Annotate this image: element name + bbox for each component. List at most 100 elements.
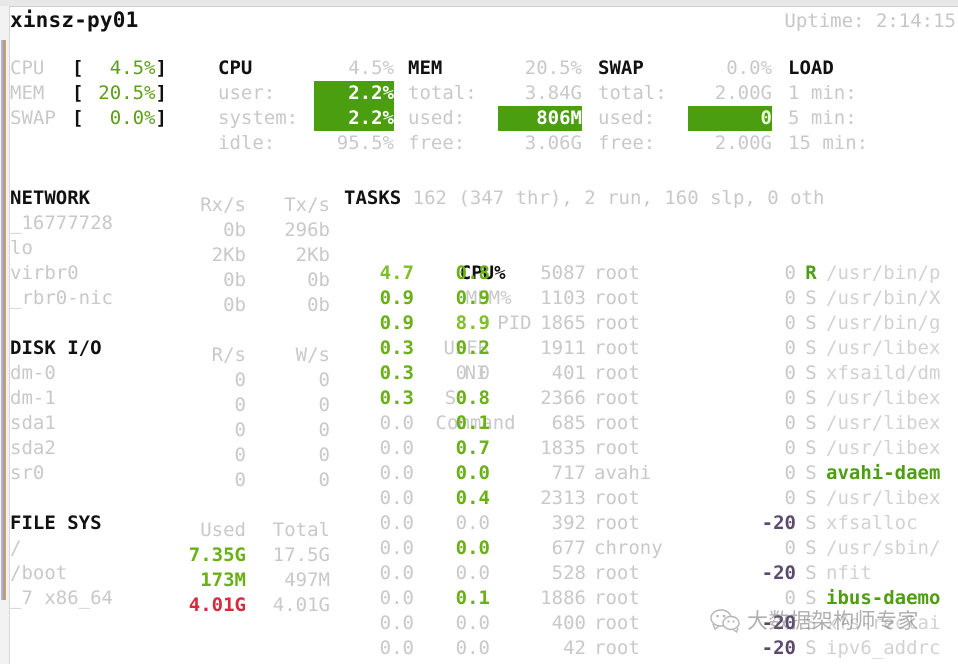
process-mem-percent: 0.0 [455,362,490,384]
table-row[interactable]: 0.0 0.0 677 chrony 0 S/usr/sbin/ [344,536,958,561]
diskio-panel-title: DISK I/O [10,337,102,359]
filesys-used-value: 4.01G [188,594,246,616]
diskio-write-value: 0 [318,469,330,491]
process-cpu-percent: 0.0 [379,612,414,634]
process-table[interactable]: CPU% MEM% PID USER NI S Command 4.7 0.8 50… [344,236,958,661]
process-nice: -20 [761,512,796,534]
process-command: /usr/sbin/ [826,537,941,559]
swap-row-used: used: 0 [598,106,784,131]
table-row[interactable]: 0.0 0.7 1835 root 0 S/usr/libex [344,436,958,461]
process-state: S [805,387,817,409]
swap-used-label: used: [598,107,656,129]
process-user: root [594,637,640,659]
network-panel-title: NETWORK [10,187,91,209]
cpu-idle-value: 95.5% [336,132,394,154]
process-nice: 0 [784,312,796,334]
process-mem-percent: 0.0 [455,612,490,634]
process-state: S [805,612,817,634]
cpu-system-label: system: [218,107,299,129]
table-row[interactable]: 0.3 0.2 1911 root 0 S/usr/libex [344,336,958,361]
diskio-row[interactable]: sr0 0 0 [10,461,330,491]
network-row[interactable]: _rbr0-nic 0b 0b [10,286,330,316]
process-command: nfit [826,562,872,584]
cpu-row-system: system: 2.2% [218,106,408,131]
bracket-close-icon: ] [155,107,167,129]
process-cpu-percent: 0.3 [379,387,414,409]
quicklook-row-cpu: CPU [4.5%] [10,56,210,81]
table-row[interactable]: 0.0 0.1 1886 root 0 Sibus-daemo [344,586,958,611]
process-mem-percent: 0.1 [455,587,490,609]
table-row[interactable]: 0.9 0.9 1103 root 0 S/usr/bin/X [344,286,958,311]
process-user: root [594,487,640,509]
cpu-idle-label: idle: [218,132,276,154]
tasks-panel: TASKS 162 (347 thr), 2 run, 160 slp, 0 o… [344,186,958,659]
process-command: /usr/bin/g [826,312,941,334]
process-nice: 0 [784,287,796,309]
hostname-label: xinsz-py01 [10,8,139,32]
table-row[interactable]: 0.9 8.9 1865 root 0 S/usr/bin/g [344,311,958,336]
swap-panel-header: SWAP 0.0% [598,56,784,81]
diskio-row[interactable]: dm-1 0 0 [10,386,330,416]
table-row[interactable]: 0.0 0.0 717 avahi 0 Savahi-daem [344,461,958,486]
process-state: S [805,337,817,359]
filesys-row[interactable]: _7 x86_64 4.01G 4.01G [10,586,330,616]
filesys-row[interactable]: /7.35G 17.5G [10,536,330,566]
process-cpu-percent: 0.3 [379,337,414,359]
left-scrollbar[interactable] [0,6,10,664]
diskio-row[interactable]: sda2 0 0 [10,436,330,466]
load-5min-label: 5 min: [788,107,857,129]
swap-free-label: free: [598,132,656,154]
diskio-device-name: dm-1 [10,387,56,409]
table-row[interactable]: 0.0 0.0 42 root -20 Sipv6_addrc [344,636,958,661]
process-cpu-percent: 4.7 [379,262,414,284]
process-nice: -20 [761,637,796,659]
filesys-panel: FILE SYS Used Total /7.35G 17.5G /boot 173M 4… [10,511,330,616]
process-command: /usr/libex [826,487,941,509]
uptime: Uptime: 2:14:15 [784,9,956,34]
quicklook-mem-label: MEM [10,82,45,104]
process-mem-percent: 0.4 [455,487,490,509]
process-user: root [594,387,640,409]
table-row[interactable]: 0.0 0.0 528 root -20 Snfit [344,561,958,586]
process-command: /usr/libex [826,337,941,359]
process-state: S [805,512,817,534]
network-row[interactable]: _16777728 0b 296b [10,211,330,241]
process-command: xfsalloc [826,512,918,534]
diskio-row[interactable]: sda1 0 0 [10,411,330,441]
table-row[interactable]: 0.0 0.1 685 root 0 S/usr/libex [344,411,958,436]
process-table-header[interactable]: CPU% MEM% PID USER NI S Command [344,236,958,434]
process-pid: 42 [563,637,586,659]
process-nice: 0 [784,487,796,509]
process-command: xfsaild/dm [826,362,941,384]
scrollbar-thumb[interactable] [1,40,6,600]
process-cpu-percent: 0.0 [379,462,414,484]
table-row[interactable]: 0.3 0.0 401 root 0 Sxfsaild/dm [344,361,958,386]
process-pid: 717 [551,462,586,484]
diskio-row[interactable]: dm-0 0 0 [10,361,330,391]
table-row[interactable]: 0.0 0.0 392 root -20 Sxfsalloc [344,511,958,536]
process-cpu-percent: 0.0 [379,637,414,659]
mem-panel: MEM 20.5% total: 3.84G used: 806M free: 3.06… [408,56,594,156]
filesys-total-value: 4.01G [272,594,330,616]
swap-row-free: free: 2.00G [598,131,784,156]
quicklook-cpu-label: CPU [10,57,45,79]
process-nice: 0 [784,437,796,459]
diskio-device-name: sda1 [10,412,56,434]
process-mem-percent: 0.0 [455,537,490,559]
table-row[interactable]: 0.3 0.8 2366 root 0 S/usr/libex [344,386,958,411]
table-row[interactable]: 0.0 0.0 400 root -20 Sxfs-reclai [344,611,958,636]
table-row[interactable]: 4.7 0.8 5087 root 0 R/usr/bin/p [344,261,958,286]
filesys-row[interactable]: /boot 173M 497M [10,561,330,591]
bracket-open-icon: [ [72,107,84,129]
process-command: ipv6_addrc [826,637,941,659]
network-rx-value: 0b [223,294,246,316]
process-user: root [594,437,640,459]
network-row[interactable]: lo 2Kb 2Kb [10,236,330,266]
diskio-read-value: 0 [234,469,246,491]
process-state: R [805,262,817,284]
network-row[interactable]: virbr0 0b 0b [10,261,330,291]
load-15min-label: 15 min: [788,132,869,154]
table-row[interactable]: 0.0 0.4 2313 root 0 S/usr/libex [344,486,958,511]
process-mem-percent: 0.8 [455,262,490,284]
process-mem-percent: 8.9 [455,312,490,334]
